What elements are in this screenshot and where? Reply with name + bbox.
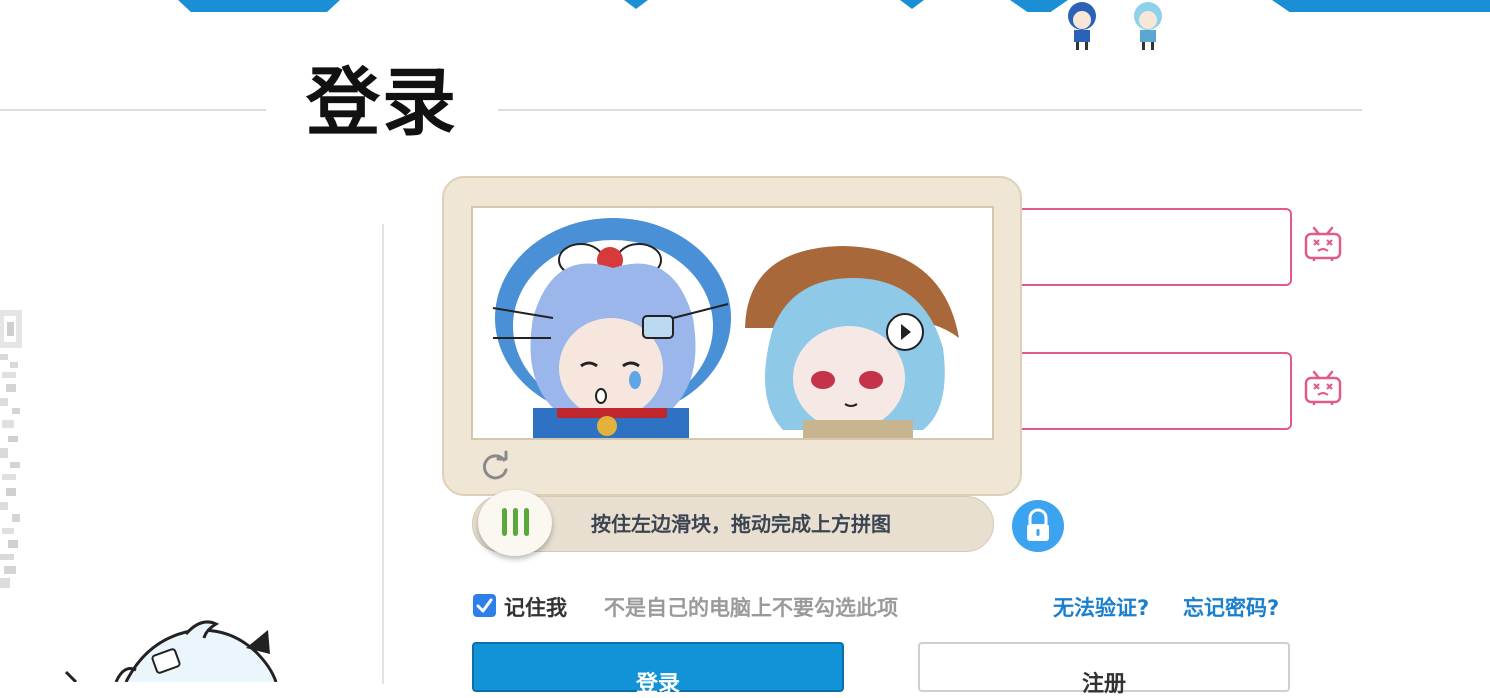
banner-shape-3 [1272,0,1490,12]
bilibili-tv-icon [1304,370,1342,405]
mascot-illustration [64,620,278,682]
captcha-illustration [492,218,959,438]
password-input[interactable] [1010,352,1292,430]
grip-icon [513,508,518,536]
column-divider [382,224,384,684]
grip-icon [502,508,507,536]
banner-triangle-1 [624,0,648,9]
banner-triangle-2 [900,0,924,9]
title-divider-left [0,109,266,111]
username-input[interactable] [1010,208,1292,286]
forgot-password-link[interactable]: 忘记密码? [1183,592,1279,622]
bilibili-tv-icon [1304,226,1342,261]
grip-icon [524,508,529,536]
remember-label[interactable]: 记住我 [504,592,567,622]
checkmark-icon [476,598,493,613]
captcha-puzzle-image [471,206,994,440]
lock-icon [1012,500,1064,552]
page-title: 登录 [306,60,458,146]
captcha-slider-handle[interactable] [478,490,552,556]
remember-checkbox[interactable] [473,594,496,617]
remember-hint: 不是自己的电脑上不要勾选此项 [604,596,898,620]
banner-shape-1 [178,0,340,12]
cant-verify-link[interactable]: 无法验证? [1053,592,1149,622]
register-button[interactable]: 注册 [918,642,1290,697]
captcha-popup [442,176,1022,496]
banner-character-icon [1134,2,1162,50]
title-divider-right [498,109,1362,111]
refresh-icon[interactable] [478,450,512,484]
login-button[interactable]: 登录 [472,642,844,697]
qr-code [0,310,22,588]
slider-hint: 按住左边滑块，拖动完成上方拼图 [591,512,891,536]
banner-character-icon [1068,2,1096,50]
